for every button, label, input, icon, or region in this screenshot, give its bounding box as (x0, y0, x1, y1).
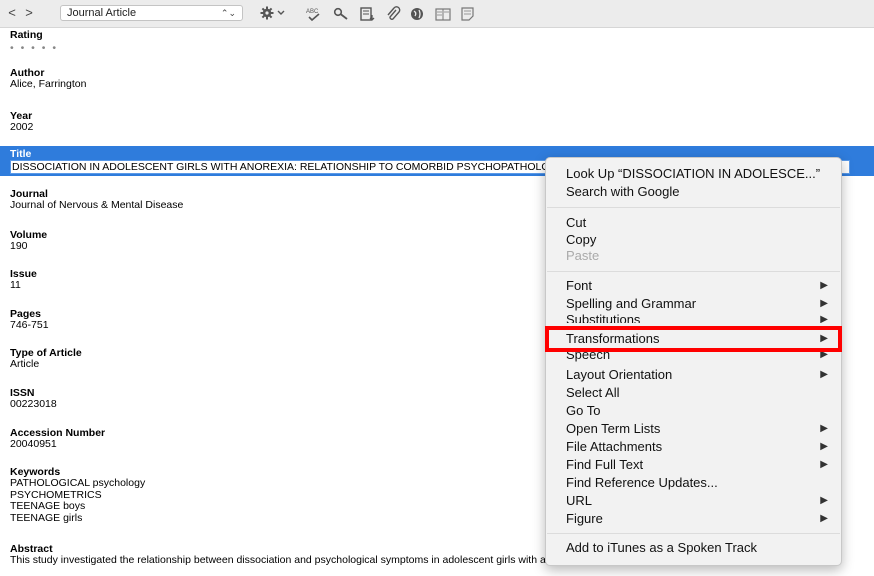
menu-item-paste: Paste (566, 248, 600, 263)
menu-separator (547, 533, 840, 534)
reference-type-select[interactable]: Journal Article ⌃⌄ (60, 5, 243, 21)
submenu-arrow-icon: ▶ (820, 280, 828, 291)
menu-item-substitutions-label: Substitutions (566, 312, 641, 323)
menu-item-look-up[interactable]: Look Up “DISSOCIATION IN ADOLESCE...” (566, 165, 836, 183)
abstract-label: Abstract (10, 543, 53, 555)
journal-value[interactable]: Journal of Nervous & Mental Disease (10, 199, 183, 212)
menu-item-go-to[interactable]: Go To (566, 402, 836, 420)
submenu-arrow-icon: ▶ (820, 495, 828, 506)
menu-item-find-reference-updates[interactable]: Find Reference Updates... (566, 474, 836, 492)
submenu-arrow-icon: ▶ (820, 351, 828, 360)
menu-item-transformations-label: Transformations (566, 331, 660, 346)
keyword-item[interactable]: PATHOLOGICAL psychology (10, 477, 145, 490)
keyword-item[interactable]: TEENAGE boys (10, 500, 145, 513)
menu-item-add-itunes[interactable]: Add to iTunes as a Spoken Track (566, 539, 836, 557)
context-menu: Look Up “DISSOCIATION IN ADOLESCE...” Se… (545, 157, 842, 566)
submenu-arrow-icon: ▶ (820, 513, 828, 524)
keyword-item[interactable]: TEENAGE girls (10, 512, 145, 525)
menu-item-transformations[interactable]: Transformations ▶ (566, 330, 836, 348)
menu-item-open-term-lists[interactable]: Open Term Lists ▶ (566, 420, 836, 438)
menu-item-file-attachments-label: File Attachments (566, 439, 663, 454)
accession-number-value[interactable]: 20040951 (10, 438, 105, 451)
menu-item-find-full-text-label: Find Full Text (566, 457, 644, 472)
note-icon[interactable] (458, 6, 478, 22)
menu-item-url[interactable]: URL ▶ (566, 492, 836, 510)
menu-item-substitutions[interactable]: Substitutions ▶ (566, 311, 836, 323)
menu-item-speech-label: Speech (566, 351, 611, 362)
issue-field: Issue 11 (10, 268, 37, 292)
layout-icon[interactable] (433, 6, 453, 22)
menu-item-file-attachments[interactable]: File Attachments ▶ (566, 438, 836, 456)
menu-item-url-label: URL (566, 493, 593, 508)
select-arrows-icon: ⌃⌄ (220, 8, 236, 18)
submenu-arrow-icon: ▶ (820, 314, 828, 323)
menu-item-open-term-lists-label: Open Term Lists (566, 421, 661, 436)
author-value[interactable]: Alice, Farrington (10, 78, 86, 91)
menu-item-font[interactable]: Font ▶ (566, 277, 836, 295)
issn-field: ISSN 00223018 (10, 387, 57, 411)
toolbar: < > Journal Article ⌃⌄ ABC (0, 0, 874, 28)
menu-separator (547, 271, 840, 272)
menu-item-speech[interactable]: Speech ▶ (566, 351, 836, 363)
menu-item-find-full-text[interactable]: Find Full Text ▶ (566, 456, 836, 474)
submenu-arrow-icon: ▶ (820, 423, 828, 434)
attachment-icon[interactable] (383, 6, 403, 22)
menu-item-cut[interactable]: Cut (566, 214, 836, 232)
volume-value[interactable]: 190 (10, 240, 47, 253)
insert-citation-icon[interactable] (358, 6, 378, 22)
svg-text:ABC: ABC (306, 9, 319, 15)
rating-field: Rating • • • • • (10, 29, 58, 55)
menu-item-layout-orientation-label: Layout Orientation (566, 367, 673, 382)
menu-item-figure-label: Figure (566, 511, 603, 526)
link-icon[interactable] (332, 6, 352, 22)
author-field: Author Alice, Farrington (10, 67, 86, 91)
menu-item-figure[interactable]: Figure ▶ (566, 510, 836, 528)
forward-button[interactable]: > (22, 6, 36, 21)
abstract-label-text: Abstract (10, 543, 53, 555)
submenu-arrow-icon: ▶ (820, 333, 828, 344)
back-button[interactable]: < (5, 6, 19, 21)
issue-value[interactable]: 11 (10, 279, 37, 292)
rating-stars[interactable]: • • • • • (10, 42, 58, 55)
menu-item-font-label: Font (566, 278, 593, 293)
pages-field: Pages 746-751 (10, 308, 49, 332)
title-label: Title (10, 148, 32, 160)
year-field: Year 2002 (10, 110, 33, 134)
keywords-field: Keywords PATHOLOGICAL psychology PSYCHOM… (10, 466, 145, 524)
gear-menu-icon[interactable] (258, 6, 288, 22)
rating-label: Rating (10, 29, 43, 41)
pages-value[interactable]: 746-751 (10, 319, 49, 332)
submenu-arrow-icon: ▶ (820, 441, 828, 452)
volume-field: Volume 190 (10, 229, 47, 253)
menu-item-spelling-label: Spelling and Grammar (566, 296, 697, 311)
issn-value[interactable]: 00223018 (10, 398, 57, 411)
year-value[interactable]: 2002 (10, 121, 33, 134)
web-icon[interactable] (408, 6, 428, 22)
type-of-article-value[interactable]: Article (10, 358, 82, 371)
accession-number-field: Accession Number 20040951 (10, 427, 105, 451)
menu-item-layout-orientation[interactable]: Layout Orientation ▶ (566, 366, 836, 384)
menu-item-search-google[interactable]: Search with Google (566, 183, 836, 201)
menu-item-select-all[interactable]: Select All (566, 384, 836, 402)
submenu-arrow-icon: ▶ (820, 459, 828, 470)
reference-type-value: Journal Article (67, 7, 137, 19)
type-of-article-field: Type of Article Article (10, 347, 82, 371)
journal-field: Journal Journal of Nervous & Mental Dise… (10, 188, 183, 212)
submenu-arrow-icon: ▶ (820, 369, 828, 380)
menu-separator (547, 207, 840, 208)
spelling-icon[interactable]: ABC (304, 6, 324, 22)
